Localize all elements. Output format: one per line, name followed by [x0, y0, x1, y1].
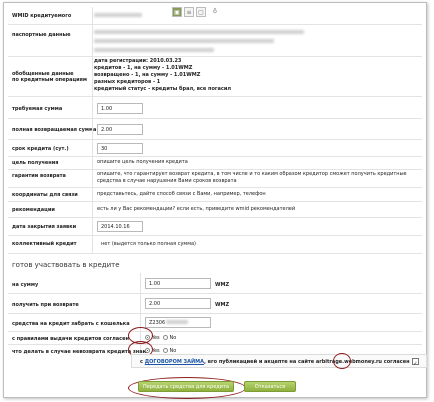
document-icon[interactable]: ▢	[196, 7, 206, 17]
agreement-row: с ДОГОВОРОМ ЗАЙМА, его публикацией и акц…	[131, 354, 427, 371]
divider	[8, 235, 422, 236]
cancel-button[interactable]: Отказаться	[244, 381, 296, 392]
term-label: срок кредита (сут.)	[12, 146, 69, 152]
wallet-select[interactable]: Z2306	[145, 317, 211, 328]
divider	[8, 293, 422, 294]
guarantee-text[interactable]: опишите, что гарантирует возврат кредита…	[97, 171, 417, 184]
section-title: готов участвовать в кредите	[12, 261, 120, 269]
summary-line: кредитный статус - кредиты брал, все пог…	[94, 86, 232, 92]
summary-line: возвращено - 1, на сумму - 1.01WMZ	[94, 72, 201, 78]
divider	[8, 344, 422, 345]
collective-label: коллективный кредит	[12, 241, 77, 247]
rules-no-radio[interactable]	[162, 335, 168, 340]
divider	[8, 118, 422, 119]
column-divider	[92, 7, 93, 253]
passport-blurred-1	[94, 30, 304, 34]
rules-label: с правилами выдачи кредитов согласен	[12, 336, 129, 342]
divider	[8, 201, 422, 202]
divider	[8, 253, 422, 254]
recommend-text[interactable]: есть ли у Вас рекомендации? если есть, п…	[97, 206, 295, 213]
summary-line: дата регистрации: 2010.03.23	[94, 58, 182, 64]
rules-no-label: No	[169, 335, 177, 341]
divider	[8, 24, 422, 25]
guarantee-label: гарантии возврата	[12, 173, 66, 179]
passport-icon[interactable]: ▣	[172, 7, 182, 17]
wallet-label: средства на кредит забрать с кошелька	[12, 321, 130, 327]
divider	[8, 56, 422, 57]
agreement-prefix: с	[140, 359, 143, 365]
return-sum-input[interactable]: 2.00	[97, 124, 143, 135]
purpose-text[interactable]: опишите цель получения кредита	[97, 159, 188, 166]
pin-icon[interactable]: ♁	[210, 7, 220, 17]
amount-input[interactable]: 1.00	[145, 278, 211, 289]
loan-agreement-link[interactable]: ДОГОВОРОМ ЗАЙМА	[145, 359, 204, 365]
close-date-label: дата закрытия заявки	[12, 224, 77, 230]
submit-credit-button[interactable]: Передать средства для кредита	[138, 381, 234, 392]
amount-label: на сумму	[12, 282, 39, 288]
receive-label: получить при возврате	[12, 302, 79, 308]
recommend-label: рекомендации	[12, 207, 55, 213]
divider	[8, 313, 422, 314]
purpose-label: цель получения	[12, 160, 59, 166]
contacts-text[interactable]: представьтесь, дайте способ связи с Вами…	[97, 191, 266, 198]
amount-unit: WMZ	[215, 282, 230, 288]
divider	[8, 156, 422, 157]
receive-unit: WMZ	[215, 302, 230, 308]
passport-label: паспортные данные	[12, 32, 71, 38]
required-sum-input[interactable]: 1.00	[97, 103, 143, 114]
divider	[8, 331, 422, 332]
close-date-input[interactable]: 2014.10.16	[97, 221, 143, 232]
list-icon[interactable]: ≡	[184, 7, 194, 17]
term-input[interactable]: 30	[97, 143, 143, 154]
summary-line: кредитов - 1, на сумму - 1.01WMZ	[94, 65, 193, 71]
contacts-label: координаты для связи	[12, 192, 78, 198]
summary-line: разных кредиторов - 1	[94, 79, 161, 85]
passport-blurred-2	[94, 39, 274, 43]
credit-form-panel: WMID кредитуемого ▣ ≡ ▢ ♁ паспортные дан…	[3, 2, 427, 399]
divider	[8, 187, 422, 188]
required-sum-label: требуемая сумма	[12, 106, 63, 112]
divider	[8, 139, 422, 140]
wmid-label: WMID кредитуемого	[12, 13, 72, 19]
collective-value: нет (выдется только полная сумма)	[101, 241, 196, 247]
return-sum-label: полная возвращаемая сумма	[12, 127, 97, 133]
highlight-oval	[333, 353, 351, 369]
passport-blurred-3	[94, 48, 214, 52]
overdue-no-radio[interactable]	[162, 348, 168, 353]
divider	[8, 217, 422, 218]
divider	[8, 96, 422, 97]
agreement-suffix: , его публикацией и акцепте на сайте arb…	[204, 359, 410, 365]
wmid-value-blurred	[94, 13, 142, 17]
receive-input[interactable]: 2.00	[145, 298, 211, 309]
wallet-value: Z2306	[149, 320, 166, 326]
summary-label-2: по кредитным операциям	[12, 77, 87, 83]
agreement-checkbox[interactable]	[412, 357, 420, 371]
divider	[8, 169, 422, 170]
